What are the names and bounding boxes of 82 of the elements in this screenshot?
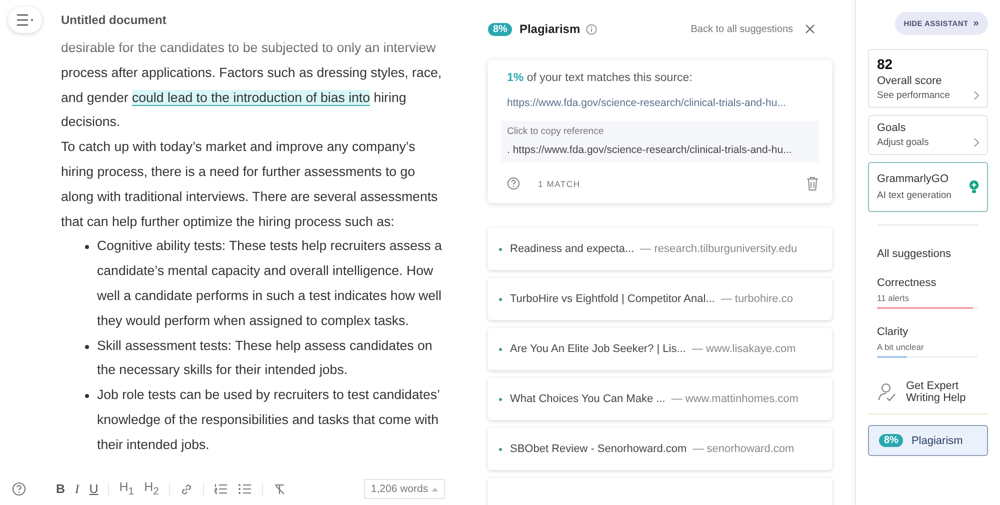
plagiarism-label: Plagiarism <box>911 434 963 446</box>
paragraph: desirable for the candidates to be subjected to only an interview process after applications. Factors such as dressing styles, race, and gender could lead to the introduction of bias into hiring decisions. <box>61 39 443 132</box>
menu-icon <box>16 14 34 26</box>
bulb-icon <box>969 180 979 194</box>
bullet-icon <box>499 298 502 300</box>
link-icon[interactable] <box>180 482 193 496</box>
source-title: SBObet Review - Senorhoward.com <box>510 443 687 455</box>
source-domain: — turbohire.co <box>720 293 793 305</box>
heading-button[interactable]: H$_{2}$ <box>144 480 159 498</box>
menu-button[interactable] <box>8 7 42 33</box>
person-icon <box>877 382 897 402</box>
percentage-badge: 8% <box>879 434 904 447</box>
match-count: 1 MATCH <box>538 178 580 188</box>
help-icon[interactable] <box>507 177 520 190</box>
bullet-icon <box>85 245 89 250</box>
copy-label: Click to copy reference <box>507 126 605 137</box>
goals-link: Adjust goals <box>877 137 929 148</box>
score-card[interactable]: 82 Overall score See performance <box>868 49 988 108</box>
paragraph: To catch up with today’s market and improve any company’s hiring process, there is a need for further assessments to go along with traditional interviews. There are several assessments that can help further optimize the hiring process such as: <box>61 138 439 231</box>
bullet-icon <box>85 344 89 349</box>
bullet-icon <box>499 398 502 400</box>
list-item: Cognitive ability tests: These tests help recruiters assess a candidate’s mental capacity and overall intelligence. How well a candidate performs in such a test indicates how well they would perform when assigned to complex tasks. <box>97 237 443 330</box>
list-item: Job role tests can be used by recruiters to test candidates’ knowledge of the responsibilities and tasks that come with their intended jobs. <box>97 386 440 454</box>
source-domain: — www.lisakaye.com <box>692 343 796 355</box>
underline-button[interactable]: U <box>89 482 98 496</box>
document-title: Untitled document <box>61 13 166 27</box>
source-domain: — senorhoward.com <box>692 443 794 455</box>
chevron-icon <box>974 91 979 100</box>
grammarlygo-card[interactable]: GrammarlyGO AI text generation <box>868 162 988 212</box>
expert-help-item[interactable]: Get Expert Writing Help <box>868 380 988 415</box>
match-summary: 1% of your text matches this source: <box>507 72 694 84</box>
source-card[interactable]: Are You An Elite Job Seeker? | Lis... — www.lisakaye.com <box>488 328 832 370</box>
reference-text: . https://www.fda.gov/science-research/clinical-trials-and-hu... <box>507 144 793 156</box>
source-title: Readiness and expecta... <box>510 243 634 255</box>
source-card[interactable]: TurboHire vs Eightfold | Competitor Anal... — turbohire.co <box>488 278 832 320</box>
bullet-icon <box>499 348 502 350</box>
category-status: 11 alerts <box>877 293 910 303</box>
bold-button[interactable]: B <box>56 482 66 496</box>
list-item: Skill assessment tests: These help assess candidates on the necessary skills for their intended jobs. <box>97 336 434 380</box>
source-title: Are You An Elite Job Seeker? | Lis... <box>510 343 686 355</box>
grammarlygo-subtitle: AI text generation <box>877 190 952 201</box>
expert-help-label: Get Expert Writing Help <box>906 380 967 404</box>
source-card[interactable]: What Choices You Can Make ... — www.mattinhomes.com <box>488 378 832 420</box>
help-icon[interactable] <box>12 482 26 496</box>
source-title: TurboHire vs Eightfold | Competitor Anal... <box>510 293 715 305</box>
bullet-icon <box>499 448 502 450</box>
source-title: What Choices You Can Make ... <box>510 393 666 405</box>
percentage-badge: 8% <box>488 22 512 36</box>
source-card[interactable]: Readiness and expecta... — research.tilburguniversity.edu <box>488 228 832 270</box>
source-domain: — www.mattinhomes.com <box>671 393 798 405</box>
category-label: Correctness <box>877 277 938 289</box>
clear-formatting-icon[interactable] <box>272 482 286 496</box>
source-domain: — research.tilburguniversity.edu <box>640 243 798 255</box>
category-item[interactable]: Correctness 11 alerts <box>868 277 988 309</box>
heading-button[interactable]: H$_{1}$ <box>119 480 134 498</box>
word-count-button[interactable]: 1,206 words <box>364 479 446 499</box>
close-icon[interactable] <box>805 24 815 34</box>
all-suggestions-item[interactable]: All suggestions <box>868 248 988 260</box>
goals-label: Goals <box>877 122 907 134</box>
italic-button[interactable]: I <box>75 482 80 496</box>
goals-card[interactable]: Goals Adjust goals <box>868 115 988 155</box>
score-value: 82 <box>877 56 894 72</box>
source-card[interactable]: SBObet Review - Senorhoward.com — senorhoward.com <box>488 428 832 470</box>
category-item[interactable]: Clarity A bit unclear <box>868 326 988 358</box>
category-label: Clarity <box>877 326 910 338</box>
info-icon[interactable] <box>586 24 598 34</box>
performance-link: See performance <box>877 90 950 101</box>
caret-icon <box>432 486 438 492</box>
numbered-list-icon[interactable] <box>214 483 228 495</box>
category-status: A bit unclear <box>877 342 925 352</box>
bullet-icon <box>85 394 89 398</box>
source-link[interactable]: https://www.fda.gov/science-research/clinical-trials-and-hu... <box>507 97 819 109</box>
bullet-list-icon[interactable] <box>238 483 252 495</box>
plagiarism-item[interactable]: 8% Plagiarism <box>868 425 988 456</box>
chevron-icon <box>974 138 979 147</box>
copy-reference-box[interactable]: Click to copy reference . https://www.fda.gov/science-research/clinical-trials-and-hu... <box>501 121 819 162</box>
bullet-icon <box>499 248 502 250</box>
trash-icon[interactable] <box>806 176 819 191</box>
back-link[interactable]: Back to all suggestions <box>690 24 793 34</box>
grammarlygo-label: GrammarlyGO <box>877 173 950 185</box>
panel-title: Plagiarism <box>519 22 580 36</box>
score-label: Overall score <box>877 75 943 87</box>
